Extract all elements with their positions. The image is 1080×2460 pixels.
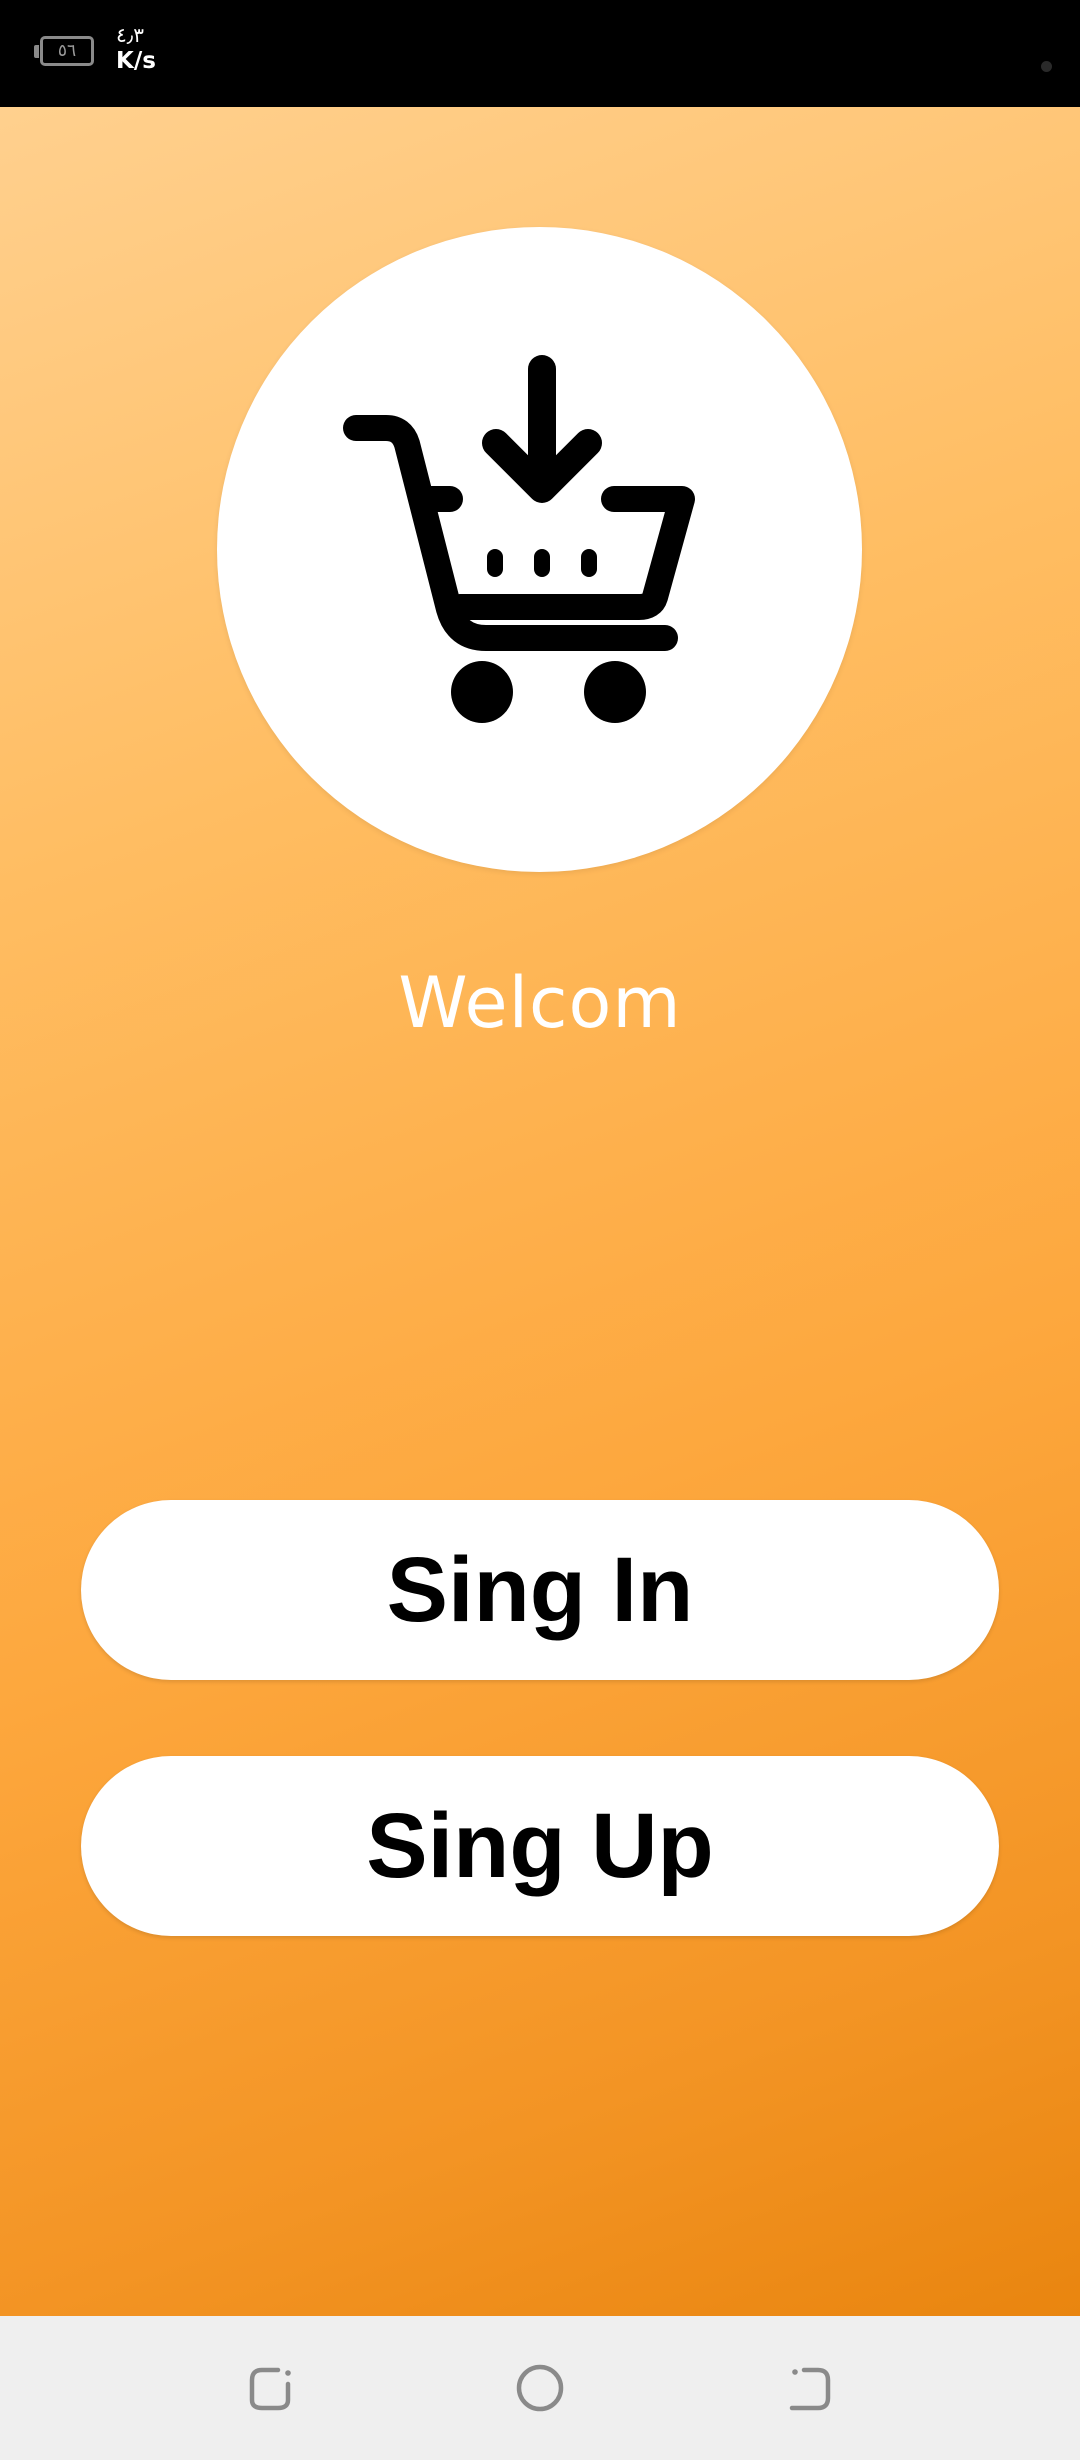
battery-level: ٥٦ bbox=[57, 41, 77, 61]
navigation-bar bbox=[0, 2316, 1080, 2460]
welcome-screen: Welcom Sing In Sing Up bbox=[0, 107, 1080, 2316]
logo-circle bbox=[217, 227, 862, 872]
back-icon[interactable] bbox=[778, 2356, 842, 2420]
battery-icon: ٥٦ bbox=[34, 36, 100, 70]
network-speed-unit: K/s bbox=[116, 48, 156, 74]
status-bar: ٥٦ ٤٫٣ K/s bbox=[0, 0, 1080, 107]
recent-apps-icon[interactable] bbox=[238, 2356, 302, 2420]
network-speed-value: ٤٫٣ bbox=[116, 23, 144, 47]
home-icon[interactable] bbox=[508, 2356, 572, 2420]
welcome-title: Welcom bbox=[398, 962, 682, 1044]
sign-in-button[interactable]: Sing In bbox=[81, 1500, 999, 1680]
network-speed: ٤٫٣ K/s bbox=[116, 22, 156, 74]
camera-dot-icon bbox=[1041, 61, 1052, 72]
sign-up-button[interactable]: Sing Up bbox=[81, 1756, 999, 1936]
cart-download-icon bbox=[343, 355, 695, 723]
